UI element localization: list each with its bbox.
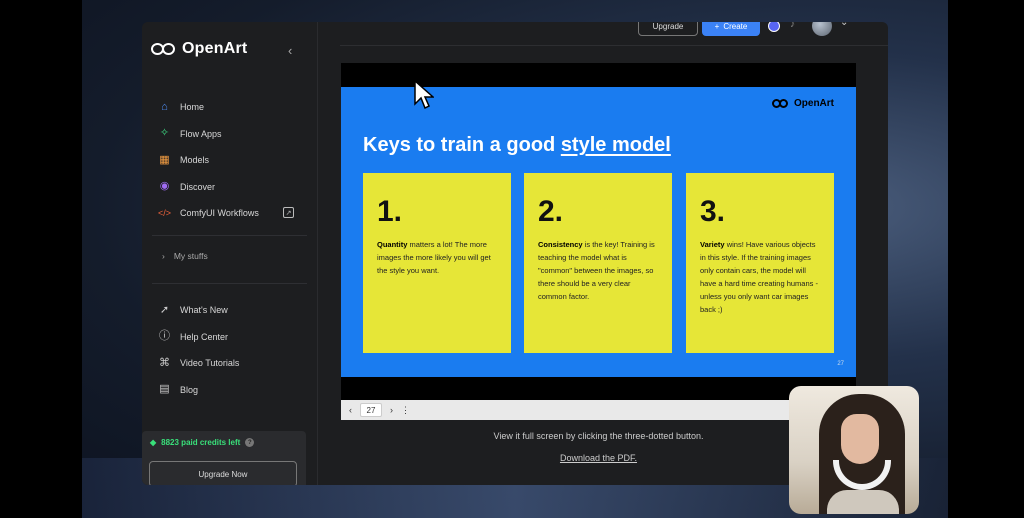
secondary-nav: ➚ What's New ⓘ Help Center ⌘ Video Tutor… [158,297,308,403]
slide-title-text: Keys to train a good [363,134,561,156]
sidebar-item-label: Blog [180,384,199,395]
sidebar-item-label: Video Tutorials [180,358,240,369]
sidebar-item-label: Home [180,102,205,113]
my-stuffs-toggle[interactable]: › My stuffs [162,251,208,261]
upgrade-button[interactable]: Upgrade [638,22,698,36]
card-number: 3. [700,195,726,228]
top-bar: Upgrade + Create ♪ ⌄ [318,22,888,44]
my-stuffs-label: My stuffs [173,251,208,261]
rocket-icon: ➚ [159,303,170,316]
pdf-viewer: OpenArt Keys to train a good style model… [341,63,856,420]
sidebar-item-label: Models [180,155,210,166]
openart-window: OpenArt ‹ ⌂ Home ✧ Flow Apps ▦ Models ◉ … [142,22,888,485]
tip-card: 3. Variety wins! Have various objects in… [686,173,834,353]
upgrade-now-button[interactable]: Upgrade Now [149,461,297,485]
slide-logo: OpenArt [772,98,834,109]
tip-card: 1. Quantity matters a lot! The more imag… [363,173,511,353]
main-nav: ⌂ Home ✧ Flow Apps ▦ Models ◉ Discover <… [158,94,308,227]
card-keyword: Consistency [538,240,583,249]
chevron-down-icon[interactable]: ⌄ [840,22,848,28]
sidebar-item-models[interactable]: ▦ Models [158,147,308,174]
diamond-icon: ◆ [150,438,157,447]
create-button[interactable]: + Create [702,22,760,36]
page-number-input[interactable]: 27 [360,403,382,417]
sidebar-item-video-tutorials[interactable]: ⌘ Video Tutorials [158,350,308,377]
sidebar-item-label: ComfyUI Workflows [180,208,259,219]
next-page-button[interactable]: › [390,405,393,415]
fullscreen-hint: View it full screen by clicking the thre… [493,431,704,441]
sidebar-item-label: Help Center [180,331,229,342]
external-link-icon[interactable]: ↗ [283,207,294,218]
discord-icon[interactable] [768,22,780,32]
download-pdf-link[interactable]: Download the PDF. [341,453,856,463]
page-controls: ‹ 27 › ⋮ [341,400,856,420]
card-body: wins! Have various objects in this style… [700,240,818,314]
card-body: is the key! Training is teaching the mod… [538,240,655,301]
presenter-shirt [827,490,899,514]
credits-panel: ◆ 8823 paid credits left ? Upgrade Now [142,431,306,485]
infinity-logo-icon [772,99,790,108]
tip-card: 2. Consistency is the key! Training is t… [524,173,672,353]
slide-brand: OpenArt [794,98,834,109]
plus-icon: + [714,22,720,31]
card-keyword: Variety [700,240,725,249]
slide-title-link: style model [560,134,671,156]
bell-icon[interactable]: ♪ [790,22,795,30]
sparkle-icon: ✧ [159,127,170,140]
openart-logo[interactable]: OpenArt [151,40,247,58]
sidebar: OpenArt ‹ ⌂ Home ✧ Flow Apps ▦ Models ◉ … [142,22,318,485]
blog-icon: ▤ [159,383,170,396]
card-number: 2. [538,195,564,228]
question-icon[interactable]: ? [245,438,255,447]
presenter-face [841,414,879,464]
card-text: Quantity matters a lot! The more images … [377,238,497,277]
compass-icon: ◉ [159,180,170,193]
divider [152,235,307,236]
avatar[interactable] [812,22,832,36]
slide: OpenArt Keys to train a good style model… [341,87,856,377]
prev-page-button[interactable]: ‹ [349,405,352,415]
card-number: 1. [377,195,403,228]
sidebar-item-home[interactable]: ⌂ Home [158,94,308,121]
create-label: Create [723,22,748,31]
home-icon: ⌂ [161,100,168,113]
chevron-left-icon[interactable]: ‹ [288,43,292,58]
card-text: Variety wins! Have various objects in th… [700,238,820,316]
divider [340,45,888,46]
chevron-right-icon: › [162,251,165,261]
sidebar-item-label: Flow Apps [180,128,222,139]
credits-text: 8823 paid credits left [161,438,241,447]
sidebar-item-flow-apps[interactable]: ✧ Flow Apps [158,121,308,148]
slide-page-number: 27 [837,361,844,367]
more-options-button[interactable]: ⋮ [401,405,410,416]
card-text: Consistency is the key! Training is teac… [538,238,658,303]
grid-icon: ▦ [159,153,170,166]
infinity-logo-icon [151,42,177,56]
sidebar-item-discover[interactable]: ◉ Discover [158,174,308,201]
presenter [819,394,905,514]
help-icon: ⓘ [159,330,170,343]
credits-status: ◆ 8823 paid credits left ? [150,438,255,447]
sidebar-item-label: Discover [180,181,216,192]
graduation-cap-icon: ⌘ [159,356,170,369]
sidebar-item-comfyui-workflows[interactable]: </> ComfyUI Workflows ↗ [158,200,308,227]
mouse-cursor-icon [414,80,434,110]
divider [152,283,307,284]
code-icon: </> [158,207,172,218]
sidebar-item-help-center[interactable]: ⓘ Help Center [158,324,308,351]
sidebar-item-blog[interactable]: ▤ Blog [158,377,308,404]
card-keyword: Quantity [377,240,408,249]
sidebar-item-label: What's New [180,305,228,316]
sidebar-item-whats-new[interactable]: ➚ What's New [158,297,308,324]
webcam-overlay [789,386,919,514]
brand-name: OpenArt [182,40,248,57]
slide-title: Keys to train a good style model [363,134,671,157]
